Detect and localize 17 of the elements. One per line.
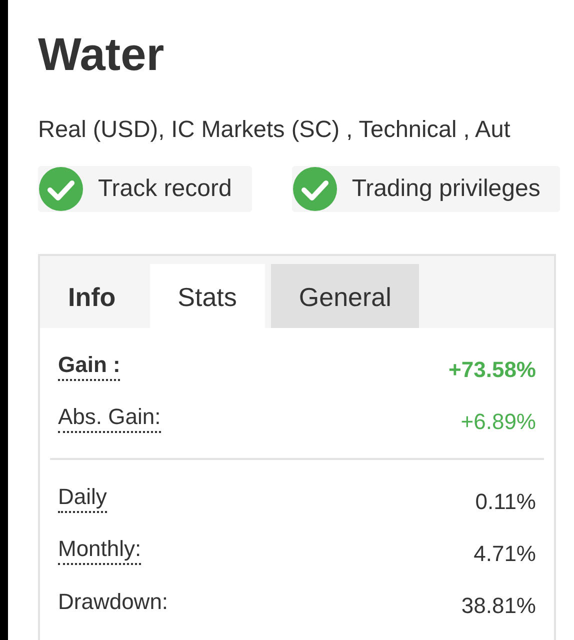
stat-value: 4.71% — [474, 541, 536, 567]
stat-value: 0.11% — [475, 489, 536, 515]
stat-value: +6.89% — [460, 409, 536, 435]
stat-label: Monthly: — [58, 536, 142, 564]
page-title: Water — [38, 27, 164, 82]
stat-label: Daily — [58, 484, 107, 512]
account-details: Real (USD), IC Markets (SC) , Technical , Aut — [38, 115, 510, 144]
badge-label: Trading privileges — [352, 175, 540, 203]
stat-label: Abs. Gain: — [58, 404, 161, 432]
tab[interactable]: Stats — [150, 264, 265, 328]
stat-label: Gain : — [58, 352, 120, 380]
tab[interactable]: Info — [40, 264, 144, 328]
stat-value: 38.81% — [461, 593, 536, 619]
tab[interactable]: General — [270, 264, 420, 328]
stat-value: +73.58% — [448, 357, 536, 383]
badge-label: Track record — [98, 175, 232, 203]
stat-label: Drawdown: — [58, 588, 168, 616]
